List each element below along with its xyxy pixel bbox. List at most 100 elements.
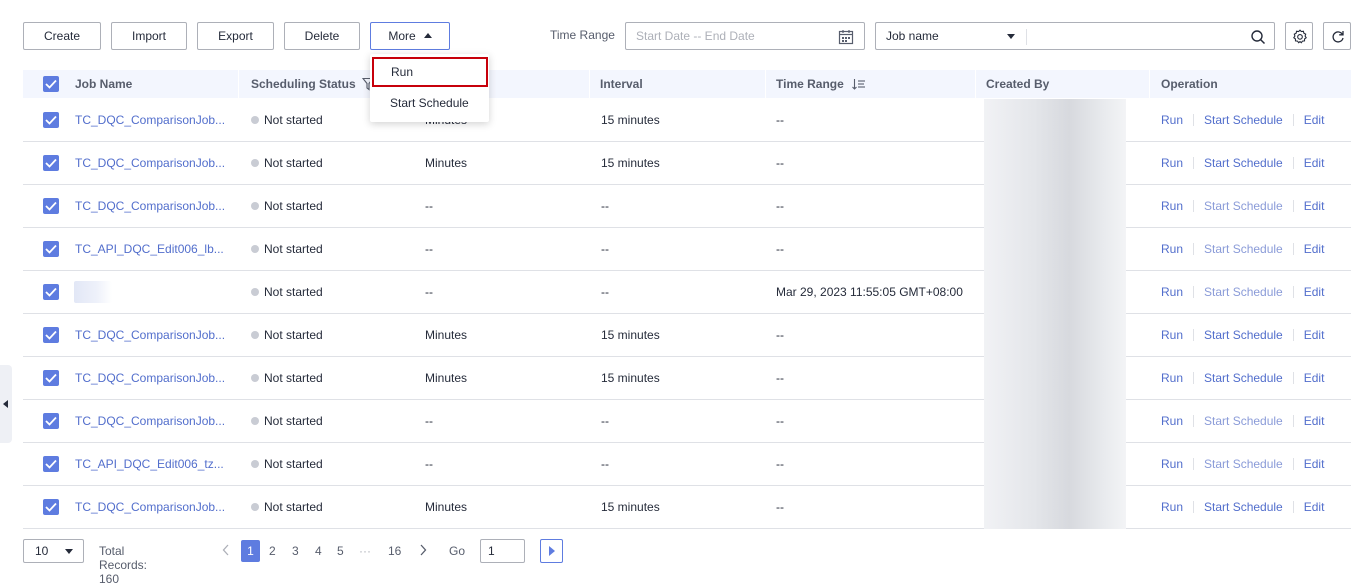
page-3[interactable]: 3 [292,544,299,558]
go-page-input[interactable]: 1 [480,539,525,563]
row-checkbox[interactable] [43,284,59,300]
select-all-checkbox[interactable] [43,76,59,92]
job-name-link[interactable]: TC_DQC_ComparisonJob... [75,400,225,442]
settings-button[interactable] [1285,22,1313,50]
run-link[interactable]: Run [1161,113,1183,127]
calendar-icon[interactable] [838,29,854,48]
edit-link[interactable]: Edit [1304,242,1325,256]
create-button[interactable]: Create [23,22,101,50]
prev-page-icon[interactable] [222,544,230,559]
search-icon[interactable] [1250,29,1266,48]
run-link[interactable]: Run [1161,242,1183,256]
row-checkbox[interactable] [43,456,59,472]
row-checkbox[interactable] [43,155,59,171]
edit-link[interactable]: Edit [1304,371,1325,385]
start-schedule-link[interactable]: Start Schedule [1204,457,1283,471]
interval-cell: -- [601,199,609,213]
job-name-link[interactable]: TC_DQC_ComparisonJob... [75,99,225,141]
next-page-icon[interactable] [419,544,427,559]
row-checkbox[interactable] [43,241,59,257]
edit-link[interactable]: Edit [1304,500,1325,514]
page-size-select[interactable]: 10 [23,539,84,563]
start-schedule-link[interactable]: Start Schedule [1204,156,1283,170]
row-checkbox[interactable] [43,413,59,429]
interval-cell: 15 minutes [601,328,660,342]
run-link[interactable]: Run [1161,328,1183,342]
status-cell: Not started [251,400,323,442]
status-text: Not started [264,500,323,514]
divider [1292,286,1294,298]
job-name-link[interactable]: TC_API_DQC_Edit006_lb... [75,228,224,270]
run-link[interactable]: Run [1161,457,1183,471]
row-checkbox[interactable] [43,198,59,214]
edit-link[interactable]: Edit [1304,328,1325,342]
run-link[interactable]: Run [1161,414,1183,428]
search-field-select[interactable]: Job name [875,22,1027,50]
start-schedule-link[interactable]: Start Schedule [1204,328,1283,342]
page-16[interactable]: 16 [388,544,401,558]
operation-cell: Run Start Schedule Edit [1161,99,1324,141]
start-schedule-link[interactable]: Start Schedule [1204,414,1283,428]
row-checkbox[interactable] [43,327,59,343]
start-schedule-link[interactable]: Start Schedule [1204,199,1283,213]
page-1[interactable]: 1 [241,540,260,562]
start-schedule-link[interactable]: Start Schedule [1204,371,1283,385]
start-schedule-link[interactable]: Start Schedule [1204,242,1283,256]
job-name-link[interactable]: TC_DQC_ComparisonJob... [75,357,225,399]
page-2[interactable]: 2 [269,544,276,558]
divider [1292,372,1294,384]
page-4[interactable]: 4 [315,544,322,558]
menu-item-start-schedule[interactable]: Start Schedule [370,88,489,118]
job-name-link[interactable]: TC_DQC_ComparisonJob... [75,314,225,356]
job-name-link[interactable]: TC_DQC_ComparisonJob... [75,486,225,528]
edit-link[interactable]: Edit [1304,199,1325,213]
row-checkbox[interactable] [43,370,59,386]
start-schedule-link[interactable]: Start Schedule [1204,285,1283,299]
run-link[interactable]: Run [1161,285,1183,299]
divider [1193,329,1195,341]
check-icon [45,459,57,469]
edit-link[interactable]: Edit [1304,414,1325,428]
side-panel-toggle[interactable] [0,365,12,443]
start-schedule-link[interactable]: Start Schedule [1204,500,1283,514]
run-link[interactable]: Run [1161,156,1183,170]
run-link[interactable]: Run [1161,500,1183,514]
page-5[interactable]: 5 [337,544,344,558]
table-header: Job Name Scheduling Status Interval Time… [23,70,1351,98]
run-link[interactable]: Run [1161,371,1183,385]
status-cell: Not started [251,99,323,141]
page-ellipsis[interactable]: ··· [359,544,371,558]
date-range-picker[interactable]: Start Date -- End Date [625,22,865,50]
more-button[interactable]: More [370,22,450,50]
edit-link[interactable]: Edit [1304,457,1325,471]
job-name-link[interactable]: TC_DQC_ComparisonJob... [75,185,225,227]
start-schedule-link[interactable]: Start Schedule [1204,113,1283,127]
created-by-redacted [984,443,1126,486]
refresh-button[interactable] [1323,22,1351,50]
time-range-label: Time Range [550,28,615,42]
edit-link[interactable]: Edit [1304,113,1325,127]
check-icon [45,287,57,297]
play-icon [549,546,555,556]
import-button[interactable]: Import [111,22,187,50]
search-input[interactable] [1027,22,1275,50]
delete-button[interactable]: Delete [284,22,360,50]
sort-icon[interactable] [852,78,866,93]
menu-item-run[interactable]: Run [372,57,488,87]
run-link[interactable]: Run [1161,199,1183,213]
row-checkbox[interactable] [43,112,59,128]
edit-link[interactable]: Edit [1304,285,1325,299]
interval-cell: 15 minutes [601,113,660,127]
operation-cell: Run Start Schedule Edit [1161,185,1324,227]
status-dot-icon [251,460,259,468]
status-text: Not started [264,328,323,342]
job-name-link[interactable]: TC_API_DQC_Edit006_tz... [75,443,224,485]
edit-link[interactable]: Edit [1304,156,1325,170]
row-checkbox[interactable] [43,499,59,515]
job-name-link[interactable] [74,281,112,303]
go-button[interactable] [540,539,563,563]
created-by-redacted [984,271,1126,314]
divider [1292,157,1294,169]
export-button[interactable]: Export [197,22,274,50]
job-name-link[interactable]: TC_DQC_ComparisonJob... [75,142,225,184]
